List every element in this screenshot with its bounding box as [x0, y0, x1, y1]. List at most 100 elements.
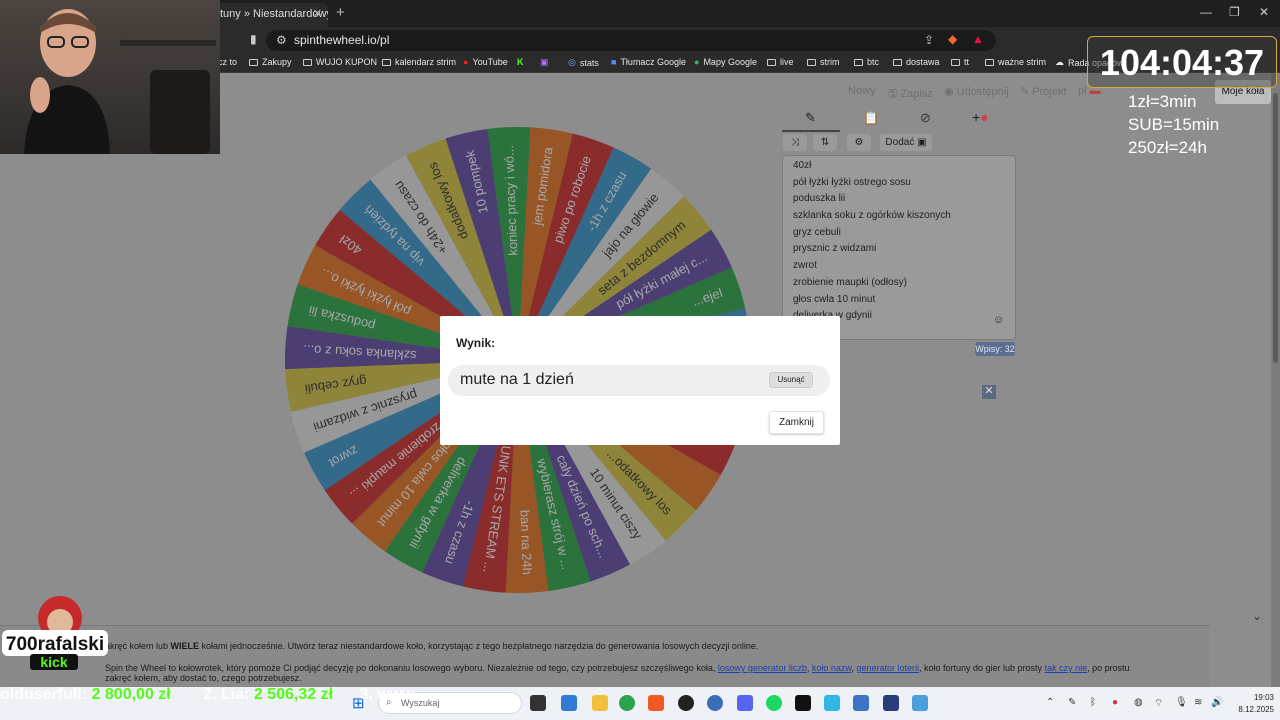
chevron-up-icon[interactable]: ⌃: [1046, 697, 1054, 708]
close-window-icon[interactable]: ✕: [1259, 5, 1269, 19]
bookmark-translate[interactable]: ■ Tłumacz Google: [611, 57, 686, 67]
app-icon[interactable]: [824, 695, 840, 711]
obs-icon[interactable]: [678, 695, 694, 711]
microphone-icon[interactable]: 🎙: [1175, 697, 1188, 708]
tab-edit[interactable]: ✎: [782, 108, 840, 132]
entry-line: zwrot: [793, 260, 817, 272]
save-button[interactable]: 🖫 Zapisz: [888, 85, 933, 104]
bookmark-folder[interactable]: WUJO KUPON: [303, 57, 377, 67]
pencil-icon: ✎: [805, 110, 816, 125]
url-input[interactable]: ⚙ spinthewheel.io/pl: [266, 30, 996, 51]
entry-line: szklanka soku z ogórków kiszonych: [793, 210, 951, 222]
entry-line: 40zł: [793, 160, 812, 171]
link-yes-no[interactable]: tak czy nie: [1045, 663, 1088, 673]
entry-line: głos cwla 10 minut: [793, 293, 876, 305]
bookmark-folder[interactable]: Zakupy: [249, 57, 292, 67]
notepad-icon[interactable]: [912, 695, 928, 711]
folder-icon: [807, 58, 816, 66]
chevron-down-icon[interactable]: ⌄: [1252, 609, 1262, 623]
taskbar-clock[interactable]: 19:03 8.12.2025: [1226, 692, 1274, 716]
save-icon: 🖫: [888, 88, 901, 100]
close-button[interactable]: Zamknij: [769, 411, 824, 434]
network-icon[interactable]: ⌔: [1154, 697, 1163, 710]
app-icon[interactable]: [561, 695, 577, 711]
ticker-name: 2. Lia:: [203, 686, 250, 703]
steam-icon[interactable]: ◍: [1134, 697, 1143, 708]
bookmark-youtube[interactable]: ● YouTube: [463, 57, 508, 67]
close-ad-icon[interactable]: ✕: [982, 385, 996, 399]
tab-add-wheel[interactable]: +●: [972, 109, 989, 125]
brave-rewards-icon[interactable]: ▲: [972, 32, 984, 46]
chrome-icon[interactable]: [619, 695, 635, 711]
bookmark-maps[interactable]: ● Mapy Google: [694, 57, 757, 67]
bookmark-folder[interactable]: ważne strim: [985, 57, 1046, 67]
task-view-icon[interactable]: [530, 695, 546, 711]
app-icon[interactable]: [795, 695, 811, 711]
link-random-number[interactable]: losowy generator liczb: [718, 663, 807, 673]
webcam-person: [24, 9, 110, 154]
link-name-wheel[interactable]: koło nazw: [812, 663, 852, 673]
ticker-name: olduserfull:: [0, 686, 88, 703]
new-tab-icon[interactable]: +: [336, 4, 345, 21]
bookmark-folder[interactable]: strim: [807, 57, 840, 67]
rate-line: 250zł=24h: [1128, 138, 1207, 157]
pen-icon[interactable]: ✎: [1068, 697, 1076, 708]
restore-icon[interactable]: ❐: [1229, 5, 1240, 19]
description-line-1: akręć kołem lub WIELE kołami jednocześni…: [105, 641, 759, 651]
folder-icon: [767, 58, 776, 66]
youtube-icon: ●: [463, 57, 469, 67]
bookmark-stats[interactable]: ◎ stats: [568, 57, 599, 68]
brave-icon[interactable]: [648, 695, 664, 711]
share-icon[interactable]: ⇪: [924, 33, 934, 47]
bookmark-folder[interactable]: dostawa: [893, 57, 940, 67]
sort-button[interactable]: ⇅: [813, 134, 837, 151]
new-button[interactable]: Nowy: [848, 85, 876, 97]
tab-hidden[interactable]: ⊘: [920, 110, 931, 126]
share-button[interactable]: ◉ Udostępnij: [944, 85, 1009, 98]
translate-icon: ■: [611, 57, 617, 67]
add-image-button[interactable]: Dodać ▣: [880, 134, 932, 151]
spotify-icon[interactable]: [766, 695, 782, 711]
emoji-icon[interactable]: ☺: [993, 314, 1004, 326]
minimize-icon[interactable]: —: [1200, 5, 1212, 19]
close-tab-icon[interactable]: ✕: [313, 3, 322, 25]
clipboard-icon: 📋: [863, 110, 880, 125]
shuffle-button[interactable]: ⤨: [783, 134, 807, 151]
bookmark-kick[interactable]: K: [517, 57, 524, 67]
bookmark-twitch[interactable]: ▣: [540, 57, 553, 68]
bookmark-folder[interactable]: kalendarz strim: [382, 57, 456, 67]
tab-results[interactable]: 📋: [863, 110, 879, 126]
file-explorer-icon[interactable]: [592, 695, 608, 711]
entry-line: gryz cebuli: [793, 226, 841, 238]
url-text: spinthewheel.io/pl: [294, 33, 390, 47]
project-button[interactable]: ✎ Projekt: [1020, 85, 1067, 98]
site-settings-icon[interactable]: ⚙: [276, 30, 287, 51]
discord-icon[interactable]: [737, 695, 753, 711]
app-tray-icon[interactable]: ●: [1112, 697, 1118, 708]
clock-date: 8.12.2025: [1238, 705, 1274, 714]
browser-tab[interactable]: tuny » Niestandardowy ✕: [214, 3, 328, 27]
settings-button[interactable]: ⚙: [847, 134, 871, 151]
bookmark-icon[interactable]: ▮: [250, 32, 257, 46]
pencil-icon: ✎: [1020, 86, 1033, 98]
bookmark-item[interactable]: cz to: [218, 57, 237, 67]
entries-textarea[interactable]: 40zł pół łyżki łyżki ostrego sosu podusz…: [782, 155, 1016, 340]
link-lottery[interactable]: generator loterii: [856, 663, 919, 673]
plus-icon: +: [972, 109, 981, 125]
app-icon[interactable]: [883, 695, 899, 711]
bookmark-folder[interactable]: btc: [854, 57, 879, 67]
scrollbar-thumb[interactable]: [1273, 93, 1278, 363]
bookmark-folder[interactable]: live: [767, 57, 794, 67]
wifi-icon[interactable]: ≋: [1194, 697, 1202, 708]
app-icon[interactable]: [707, 695, 723, 711]
brave-shield-icon[interactable]: ◆: [948, 32, 957, 46]
bluetooth-icon[interactable]: ᛒ: [1090, 697, 1096, 708]
folder-icon: [382, 58, 391, 66]
twitch-icon: ▣: [540, 57, 549, 67]
app-icon[interactable]: [853, 695, 869, 711]
remove-button[interactable]: Usunąć: [769, 372, 813, 388]
entry-line: zrobienie maupki (odłosy): [793, 276, 907, 288]
volume-icon[interactable]: 🔊: [1211, 697, 1223, 708]
bookmark-folder[interactable]: tt: [951, 57, 969, 67]
eye-off-icon: ⊘: [920, 110, 931, 125]
